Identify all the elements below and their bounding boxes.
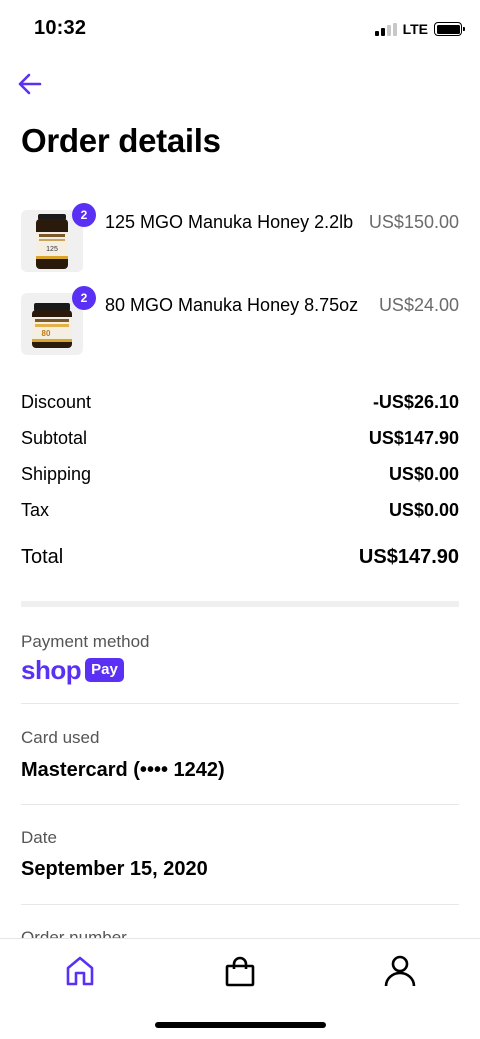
tax-row: Tax US$0.00	[21, 500, 459, 521]
shopping-bag-icon	[225, 956, 255, 987]
order-line-item[interactable]: 125 2 125 MGO Manuka Honey 2.2lb US$150.…	[21, 203, 459, 274]
jar-label: 80	[42, 329, 51, 338]
quantity-badge: 2	[72, 286, 96, 310]
jar-label: 125	[46, 246, 58, 253]
subtotal-label: Subtotal	[21, 428, 88, 448]
total-row: Total US$147.90	[21, 546, 459, 569]
shop-pay-pill: Pay	[85, 658, 124, 682]
status-indicators: LTE	[374, 21, 465, 37]
divider	[21, 804, 459, 805]
item-name: 80 MGO Manuka Honey 8.75oz	[105, 295, 359, 315]
tab-home[interactable]	[56, 947, 104, 995]
card-used-value: Mastercard (•••• 1242)	[21, 759, 225, 781]
tab-account[interactable]	[376, 947, 424, 995]
section-divider	[21, 601, 459, 607]
signal-icon	[374, 22, 397, 36]
divider	[21, 703, 459, 704]
shop-pay-wordmark: shop	[21, 655, 82, 685]
subtotal-row: Subtotal US$147.90	[21, 428, 459, 449]
tax-value: US$0.00	[388, 500, 459, 520]
status-bar: 10:32 LTE	[0, 0, 480, 60]
network-label: LTE	[402, 21, 428, 37]
total-label: Total	[21, 546, 64, 568]
home-indicator	[155, 1022, 326, 1028]
status-time: 10:32	[34, 17, 87, 39]
card-used-label: Card used	[21, 728, 100, 747]
date-label: Date	[21, 828, 57, 847]
payment-method-label: Payment method	[21, 632, 150, 651]
tax-label: Tax	[21, 500, 50, 520]
back-button[interactable]	[14, 68, 46, 100]
home-icon	[66, 956, 94, 986]
item-price: US$24.00	[378, 295, 459, 315]
battery-icon	[434, 22, 465, 36]
tab-shop[interactable]	[216, 947, 264, 995]
item-price: US$150.00	[368, 212, 459, 232]
shipping-value: US$0.00	[388, 464, 459, 484]
shipping-label: Shipping	[21, 464, 92, 484]
item-name: 125 MGO Manuka Honey 2.2lb	[105, 212, 354, 232]
date-value: September 15, 2020	[21, 858, 208, 880]
shipping-row: Shipping US$0.00	[21, 464, 459, 485]
shop-pay-logo: shop Pay	[21, 656, 124, 684]
order-line-item[interactable]: 80 2 80 MGO Manuka Honey 8.75oz US$24.00	[21, 286, 459, 357]
subtotal-value: US$147.90	[368, 428, 459, 448]
discount-label: Discount	[21, 392, 92, 412]
discount-value: -US$26.10	[372, 392, 459, 412]
user-icon	[384, 955, 416, 987]
arrow-left-icon	[18, 73, 42, 95]
page-title: Order details	[21, 122, 221, 159]
discount-row: Discount -US$26.10	[21, 392, 459, 413]
total-value: US$147.90	[358, 546, 459, 568]
divider	[21, 904, 459, 905]
quantity-badge: 2	[72, 203, 96, 227]
